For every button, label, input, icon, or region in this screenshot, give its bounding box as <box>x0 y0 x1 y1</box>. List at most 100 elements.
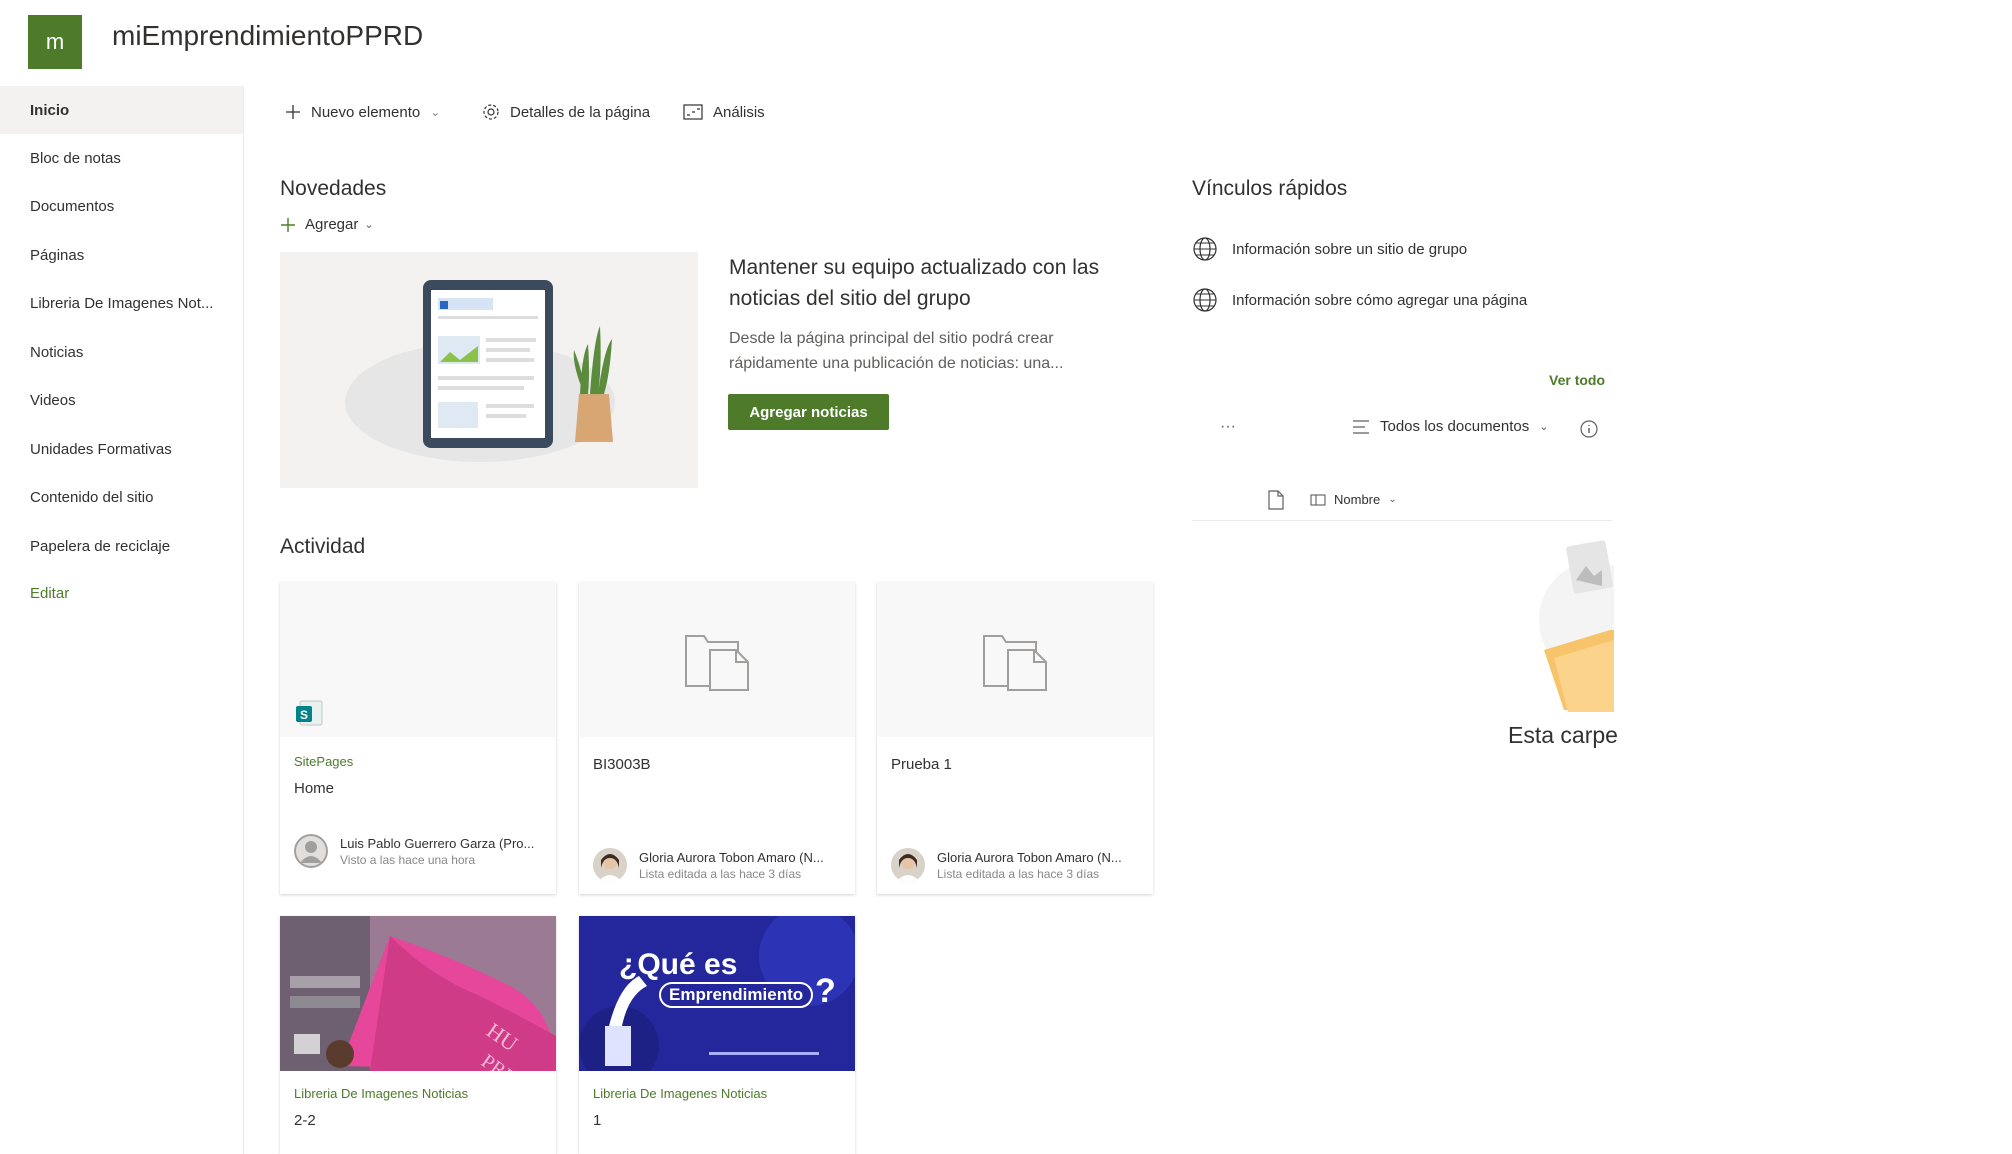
documents-column-header: Nombre ⌄ <box>1192 482 1612 521</box>
quick-link-2-label: Información sobre cómo agregar una págin… <box>1232 291 1528 309</box>
avatar <box>294 834 328 868</box>
globe-icon <box>1193 288 1217 312</box>
nav-item-inicio[interactable]: Inicio <box>0 86 243 134</box>
analytics-button[interactable]: Análisis <box>683 100 765 124</box>
card-title: BI3003B <box>593 756 651 773</box>
card-title: Prueba 1 <box>891 756 952 773</box>
card-thumbnail-photo: HU PRIZE <box>280 916 556 1100</box>
nav-item-noticias[interactable]: Noticias <box>0 328 243 376</box>
list-placeholder-icon <box>983 635 1047 691</box>
nav-item-videos[interactable]: Videos <box>0 376 243 424</box>
nav-item-papelera[interactable]: Papelera de reciclaje <box>0 522 243 570</box>
chevron-down-icon: ⌄ <box>1388 494 1397 505</box>
person-icon <box>294 834 328 868</box>
chart-icon <box>683 104 703 120</box>
card-thumbnail <box>877 582 1153 737</box>
activity-card-image-1[interactable]: ¿Qué es Emprendimiento ? Libreria De Ima… <box>579 916 855 1154</box>
quick-link-1-label: Información sobre un sitio de grupo <box>1232 240 1468 258</box>
new-item-label: Nuevo elemento <box>311 103 421 121</box>
user-photo <box>891 848 925 882</box>
left-navigation: Inicio Bloc de notas Documentos Páginas … <box>0 86 244 1154</box>
card-author: Luis Pablo Guerrero Garza (Pro... Visto … <box>294 834 534 868</box>
info-icon[interactable] <box>1579 419 1599 439</box>
site-title[interactable]: miEmprendimientoPPRD <box>112 20 423 52</box>
author-meta: Lista editada a las hace 3 días <box>937 866 1100 881</box>
nav-item-paginas[interactable]: Páginas <box>0 231 243 279</box>
nav-item-documentos[interactable]: Documentos <box>0 182 243 230</box>
quick-link-2[interactable]: Información sobre cómo agregar una págin… <box>1192 287 1527 313</box>
nav-edit-link[interactable]: Editar <box>0 569 243 617</box>
view-selector[interactable]: Todos los documentos ⌄ <box>1352 418 1548 435</box>
name-column-header[interactable]: Nombre ⌄ <box>1310 492 1397 507</box>
activity-card-bi3003b[interactable]: BI3003B Gloria Aurora Tobon Amaro (N... … <box>579 582 855 894</box>
documents-toolbar: ··· Todos los documentos ⌄ <box>1192 416 1612 444</box>
author-name: Gloria Aurora Tobon Amaro (N... <box>937 849 1122 865</box>
card-thumbnail-banner: ¿Qué es Emprendimiento ? <box>579 916 855 1071</box>
avatar <box>593 848 627 882</box>
add-news-button[interactable]: Agregar noticias <box>728 394 889 430</box>
file-type-icon <box>1268 490 1284 510</box>
site-logo[interactable]: m <box>28 15 82 69</box>
empty-folder-text: Esta carpe <box>1508 722 1618 748</box>
user-photo <box>593 848 627 882</box>
quick-link-1[interactable]: Información sobre un sitio de grupo <box>1192 236 1467 262</box>
activity-card-image-2-2[interactable]: HU PRIZE Libreria De Imagenes Noticias 2… <box>280 916 556 1154</box>
nav-item-contenido-del-sitio[interactable]: Contenido del sitio <box>0 473 243 521</box>
plus-icon <box>281 217 295 232</box>
author-meta: Lista editada a las hace 3 días <box>639 866 802 881</box>
news-description: Desde la página principal del sitio podr… <box>729 330 1064 372</box>
empty-folder-illustration <box>1539 540 1614 712</box>
tablet-plant-illustration <box>345 280 615 462</box>
chevron-down-icon: ⌄ <box>1539 421 1549 433</box>
news-title: Mantener su equipo actualizado con las n… <box>729 256 1100 310</box>
card-source: Libreria De Imagenes Noticias <box>593 1086 768 1101</box>
card-title: Home <box>294 780 335 797</box>
page-details-button[interactable]: Detalles de la página <box>482 100 650 124</box>
card-title: 2-2 <box>294 1112 316 1129</box>
activity-card-prueba-1[interactable]: Prueba 1 Gloria Aurora Tobon Amaro (N...… <box>877 582 1153 894</box>
activity-heading: Actividad <box>280 535 366 558</box>
activity-card-home[interactable]: S SitePages Home Luis Pablo Guerrero Gar… <box>280 582 556 894</box>
plus-icon <box>286 105 300 119</box>
gear-icon <box>483 104 499 120</box>
card-source: SitePages <box>294 754 354 769</box>
page-details-label: Detalles de la página <box>510 103 651 121</box>
banner-text-emprendimiento: Emprendimiento <box>659 982 814 1008</box>
news-placeholder-illustration <box>280 252 698 488</box>
chevron-down-icon: ⌄ <box>430 105 441 119</box>
more-options-icon[interactable]: ··· <box>1220 418 1236 436</box>
author-name: Luis Pablo Guerrero Garza (Pro... <box>340 835 535 851</box>
nav-item-unidades-formativas[interactable]: Unidades Formativas <box>0 425 243 473</box>
nav-item-bloc-de-notas[interactable]: Bloc de notas <box>0 134 243 182</box>
nav-item-libreria-imagenes[interactable]: Libreria De Imagenes Not... <box>0 279 243 327</box>
pink-flag-photo: HU PRIZE <box>280 916 556 1100</box>
banner-text-que-es: ¿Qué es <box>619 948 738 981</box>
column-icon <box>1310 493 1326 506</box>
news-heading: Novedades <box>280 177 387 200</box>
see-all-link[interactable]: Ver todo <box>1549 372 1605 388</box>
list-placeholder-icon <box>685 635 749 691</box>
card-author: Gloria Aurora Tobon Amaro (N... Lista ed… <box>891 848 1122 882</box>
list-icon <box>1353 419 1369 434</box>
quick-links-heading: Vínculos rápidos <box>1192 177 1348 200</box>
globe-icon <box>1193 237 1217 261</box>
news-add-button[interactable]: Agregar ⌄ <box>281 216 374 233</box>
sharepoint-icon: S <box>296 700 323 726</box>
card-author: Gloria Aurora Tobon Amaro (N... Lista ed… <box>593 848 824 882</box>
card-thumbnail: S <box>280 582 556 737</box>
chevron-down-icon: ⌄ <box>364 219 374 231</box>
name-column-label: Nombre <box>1334 492 1381 507</box>
view-selector-label: Todos los documentos <box>1380 418 1530 435</box>
card-thumbnail <box>579 582 855 737</box>
svg-text:S: S <box>300 708 308 722</box>
site-logo-letter: m <box>45 29 65 54</box>
author-meta: Visto a las hace una hora <box>340 852 476 867</box>
banner-text-question-mark: ? <box>815 972 836 1010</box>
avatar <box>891 848 925 882</box>
news-add-label: Agregar <box>305 216 359 233</box>
card-source: Libreria De Imagenes Noticias <box>294 1086 469 1101</box>
author-name: Gloria Aurora Tobon Amaro (N... <box>639 849 824 865</box>
card-title: 1 <box>593 1112 602 1129</box>
new-item-button[interactable]: Nuevo elemento ⌄ <box>285 100 440 124</box>
analytics-label: Análisis <box>713 103 765 121</box>
